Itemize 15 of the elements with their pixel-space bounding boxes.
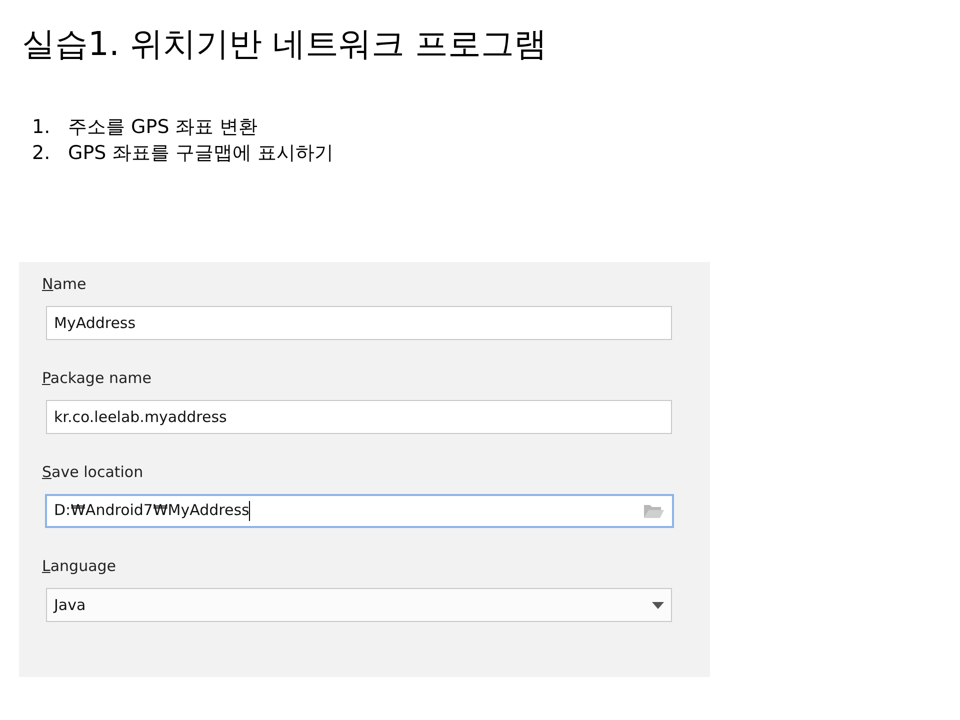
step-number: 1.: [32, 115, 52, 140]
step-number: 2.: [32, 141, 52, 166]
field-label: Save location: [42, 462, 144, 482]
input-field[interactable]: MyAddress: [46, 306, 672, 340]
path-field[interactable]: D:₩Android7₩MyAddress: [45, 494, 674, 528]
caret-icon: [652, 602, 664, 608]
language-dropdown[interactable]: Java: [46, 588, 672, 622]
field-label: Package name: [42, 368, 152, 388]
step-text: 주소를 GPS 좌표 변환: [68, 115, 258, 140]
folder-icon[interactable]: [643, 503, 665, 519]
input-field[interactable]: kr.co.leelab.myaddress: [46, 400, 672, 434]
step-text: GPS 좌표를 구글맵에 표시하기: [68, 141, 334, 166]
slide-title: 실습1. 위치기반 네트워크 프로그램: [21, 23, 548, 65]
field-label: Language: [42, 556, 116, 576]
field-label: Name: [42, 274, 86, 294]
